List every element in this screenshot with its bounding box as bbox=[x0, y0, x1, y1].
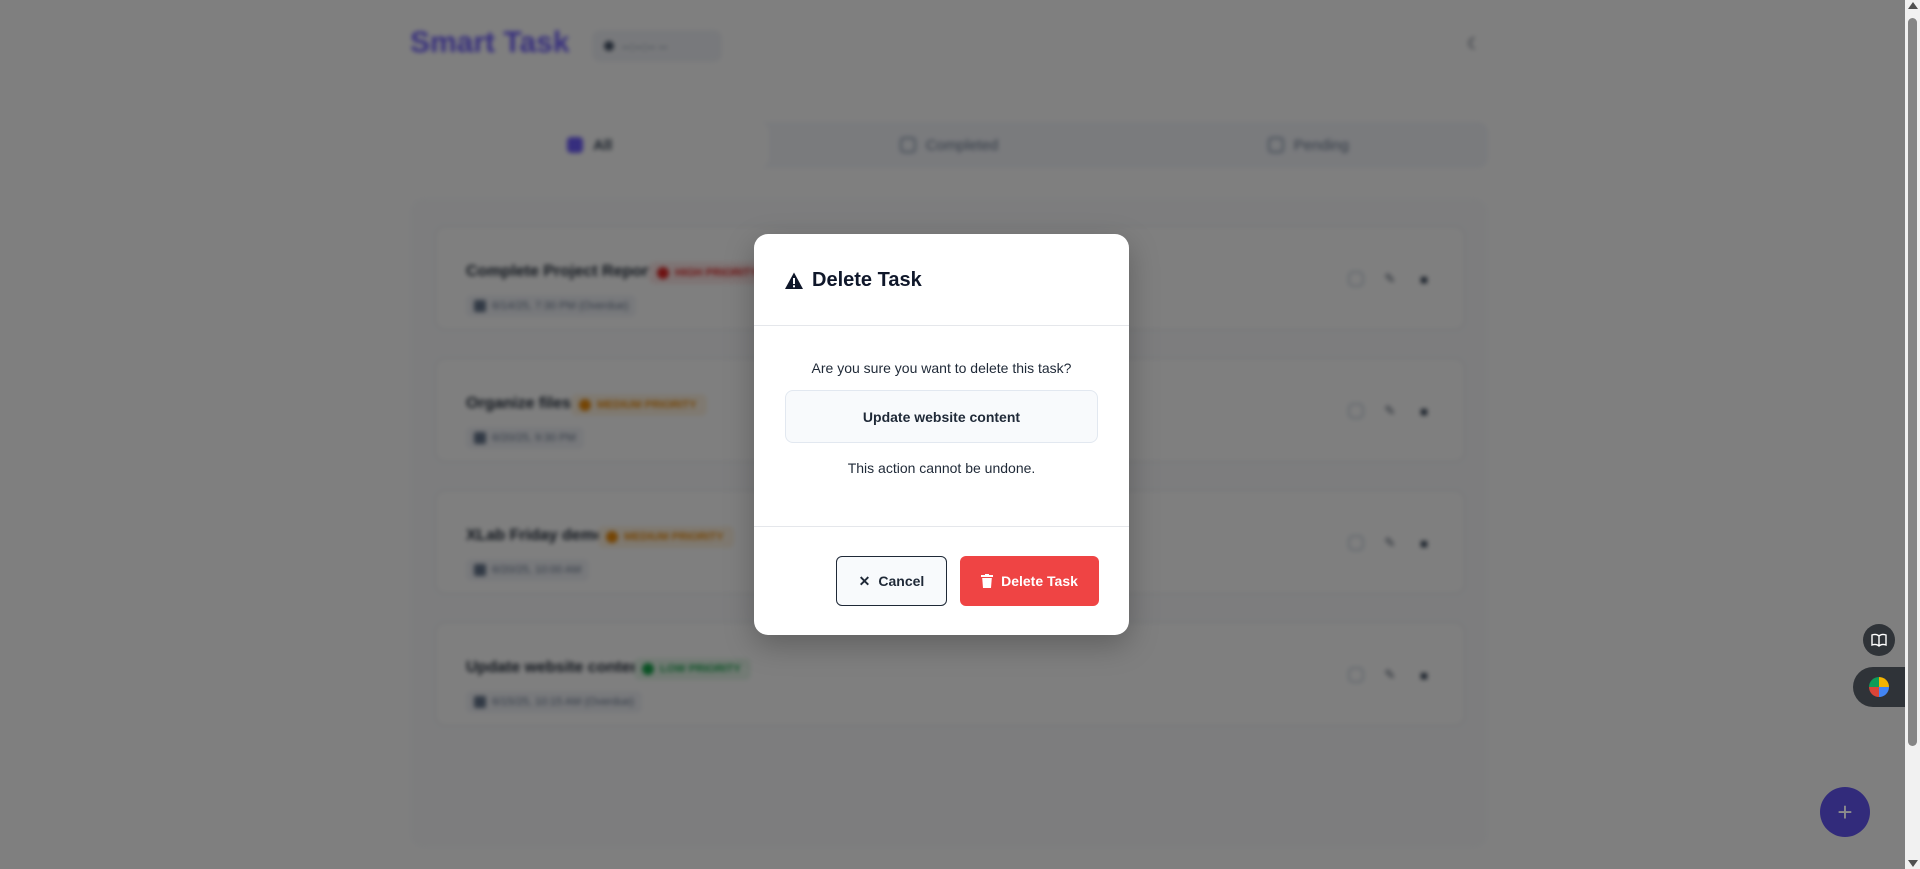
delete-task-button[interactable]: Delete Task bbox=[960, 556, 1099, 606]
reader-mode-icon[interactable] bbox=[1863, 624, 1895, 656]
dialog-footer: ✕ Cancel Delete Task bbox=[754, 526, 1129, 635]
delete-label: Delete Task bbox=[1001, 573, 1078, 589]
globe-icon bbox=[1869, 677, 1889, 697]
dialog-body: Are you sure you want to delete this tas… bbox=[754, 326, 1129, 476]
cancel-button[interactable]: ✕ Cancel bbox=[836, 556, 947, 606]
dialog-header: Delete Task bbox=[754, 234, 1129, 326]
confirm-question: Are you sure you want to delete this tas… bbox=[811, 360, 1072, 376]
scroll-up-icon[interactable] bbox=[1908, 2, 1918, 9]
extension-button[interactable] bbox=[1853, 667, 1905, 707]
warning-icon bbox=[785, 272, 803, 289]
scroll-down-icon[interactable] bbox=[1908, 860, 1918, 867]
irreversible-warning: This action cannot be undone. bbox=[847, 460, 1036, 476]
delete-task-dialog: Delete Task Are you sure you want to del… bbox=[754, 234, 1129, 635]
trash-icon bbox=[981, 574, 994, 588]
dialog-title-text: Delete Task bbox=[812, 269, 922, 291]
page-scrollbar[interactable] bbox=[1905, 0, 1920, 869]
scroll-thumb[interactable] bbox=[1908, 18, 1917, 746]
dialog-title: Delete Task bbox=[784, 269, 922, 292]
cancel-label: Cancel bbox=[878, 573, 925, 589]
add-task-button[interactable]: + bbox=[1820, 787, 1870, 837]
task-name-box: Update website content bbox=[785, 390, 1098, 443]
close-icon: ✕ bbox=[858, 572, 871, 589]
